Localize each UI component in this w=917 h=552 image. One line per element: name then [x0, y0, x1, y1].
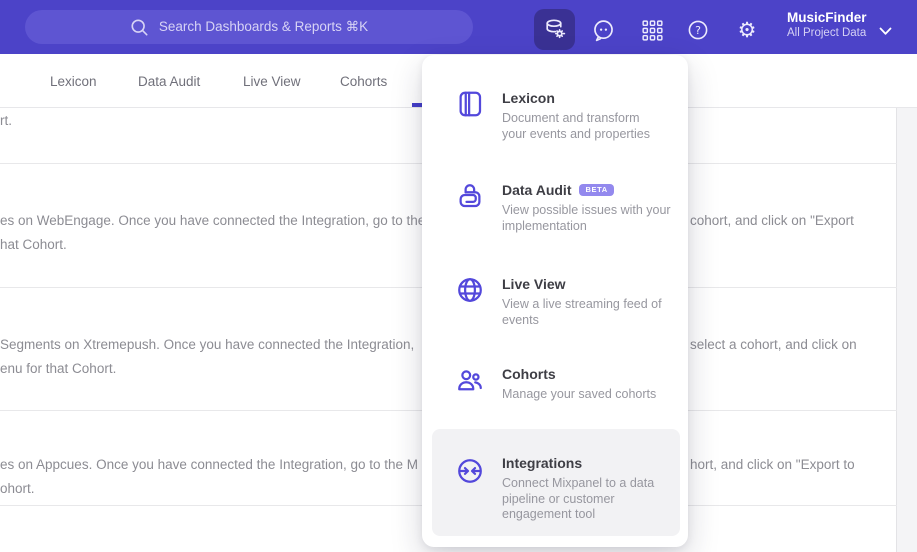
- row-text-fragment: es on WebEngage. Once you have connected…: [0, 213, 426, 252]
- project-subtitle: All Project Data: [787, 27, 867, 39]
- search-placeholder-text: Search Dashboards & Reports ⌘K: [158, 19, 369, 34]
- globe-icon: [455, 275, 485, 305]
- menu-item-description: View a live streaming feed of events: [502, 297, 662, 327]
- tab-data-audit[interactable]: Data Audit: [138, 74, 200, 89]
- menu-item-lexicon[interactable]: Lexicon Document and transform your even…: [422, 89, 688, 145]
- menu-item-cohorts[interactable]: Cohorts Manage your saved cohorts: [422, 365, 688, 407]
- row-text-fragment: es on Appcues. Once you have connected t…: [0, 457, 419, 496]
- tab-lexicon[interactable]: Lexicon: [50, 74, 97, 89]
- menu-item-title: Live View: [502, 276, 566, 292]
- feedback-button[interactable]: [584, 12, 622, 48]
- menu-item-description: Document and transform your events and p…: [502, 111, 651, 141]
- people-icon: [455, 365, 485, 395]
- beta-badge: BETA: [579, 183, 614, 197]
- app-window: Search Dashboards & Reports ⌘K ? ⚙ Music…: [0, 0, 917, 552]
- menu-item-title: Integrations: [502, 455, 583, 471]
- gear-icon: ⚙: [737, 17, 757, 42]
- chat-bubble-icon: [591, 18, 616, 43]
- search-icon: [130, 18, 149, 37]
- menu-item-description: Manage your saved cohorts: [502, 387, 657, 401]
- svg-text:?: ?: [695, 24, 701, 37]
- data-management-button[interactable]: [534, 9, 575, 50]
- grid-icon: [641, 19, 663, 41]
- menu-item-live-view[interactable]: Live View View a live streaming feed of …: [422, 275, 688, 331]
- row-text-fragment: cohort, and click on "Export: [690, 213, 854, 228]
- row-text-fragment: Segments on Xtremepush. Once you have co…: [0, 337, 415, 376]
- project-name: MusicFinder: [787, 10, 867, 25]
- row-text-fragment: rt.: [0, 113, 12, 128]
- global-search-input[interactable]: Search Dashboards & Reports ⌘K: [25, 10, 473, 44]
- tab-live-view[interactable]: Live View: [243, 74, 301, 89]
- menu-item-integrations[interactable]: Integrations Connect Mixpanel to a data …: [432, 429, 680, 536]
- help-button[interactable]: ?: [679, 12, 717, 48]
- database-gear-icon: [542, 17, 567, 42]
- top-navigation-bar: Search Dashboards & Reports ⌘K ? ⚙ Music…: [0, 0, 917, 54]
- row-text-fragment: hort, and click on "Export to: [690, 457, 855, 472]
- menu-item-title: Data Audit: [502, 182, 572, 198]
- audit-lock-icon: [455, 181, 485, 211]
- book-icon: [455, 89, 485, 119]
- data-management-dropdown: Lexicon Document and transform your even…: [422, 55, 688, 547]
- apps-grid-button[interactable]: [633, 12, 671, 48]
- project-selector[interactable]: MusicFinder All Project Data: [787, 9, 867, 41]
- menu-item-title: Cohorts: [502, 366, 556, 382]
- settings-button[interactable]: ⚙: [728, 12, 766, 48]
- row-text-fragment: select a cohort, and click on: [690, 337, 857, 352]
- tab-cohorts[interactable]: Cohorts: [340, 74, 387, 89]
- menu-item-title: Lexicon: [502, 90, 555, 106]
- menu-item-data-audit[interactable]: Data Audit BETA View possible issues wit…: [422, 181, 688, 237]
- question-mark-icon: ?: [686, 18, 710, 42]
- page-background-gutter: [897, 108, 917, 552]
- menu-item-description: View possible issues with your implement…: [502, 203, 671, 233]
- sync-arrows-icon: [455, 456, 485, 486]
- chevron-down-icon[interactable]: [879, 23, 892, 41]
- menu-item-description: Connect Mixpanel to a data pipeline or c…: [502, 476, 655, 521]
